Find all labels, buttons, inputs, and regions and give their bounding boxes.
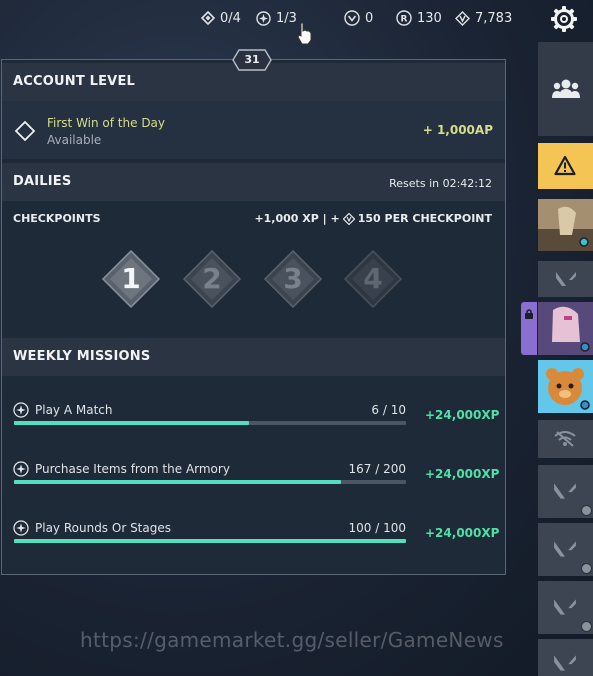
offline-friend-2[interactable] — [538, 420, 593, 458]
valorant-logo-icon — [554, 483, 576, 499]
mission-name: Purchase Items from the Armory — [35, 462, 230, 476]
offline-friend-6[interactable] — [538, 639, 593, 676]
warning-button[interactable] — [538, 143, 593, 189]
kingdom-credits-icon — [344, 10, 360, 26]
friends-group-icon — [552, 79, 580, 98]
checkpoint-number: 1 — [121, 262, 141, 295]
mission-progress-fill — [14, 421, 250, 425]
valorant-logo-icon — [554, 599, 576, 615]
valorant-logo-icon — [554, 655, 576, 671]
agent-portrait-icon — [538, 302, 593, 355]
weekly-mission-2[interactable]: Purchase Items from the Armory 167 / 200… — [2, 461, 505, 520]
daily-checkpoint-4[interactable]: 4 — [343, 249, 403, 309]
account-level-number: 31 — [244, 53, 260, 66]
valorant-logo-icon — [556, 272, 576, 286]
weekly-missions-title: WEEKLY MISSIONS — [13, 349, 151, 364]
kingdom-credits-value: 0 — [365, 10, 374, 26]
first-win-reward: + 1,000AP — [422, 123, 493, 137]
mission-progress-bar — [14, 539, 406, 543]
checkpoint-number: 4 — [363, 262, 383, 295]
first-win-title: First Win of the Day — [47, 116, 166, 130]
account-level-title: ACCOUNT LEVEL — [13, 74, 136, 89]
dailies-title: DAILIES — [13, 174, 72, 189]
mission-progress-fill — [14, 480, 342, 484]
lock-icon — [525, 309, 533, 319]
radianite-counter[interactable]: R 130 — [396, 9, 442, 27]
radianite-value: 130 — [417, 10, 442, 26]
weekly-mission-3[interactable]: Play Rounds Or Stages 100 / 100 +24,000X… — [2, 520, 505, 579]
checkpoint-reward-suffix: 150 PER CHECKPOINT — [357, 212, 492, 225]
friend-avatar-2[interactable] — [538, 302, 593, 355]
weekly-mission-1[interactable]: Play A Match 6 / 10 +24,000XP — [2, 402, 505, 461]
first-win-status: Available — [47, 133, 102, 147]
first-win-diamond-icon — [14, 120, 36, 142]
mouse-pointer-icon — [297, 22, 312, 45]
valorant-points-icon — [455, 10, 470, 26]
party-lock-tab[interactable] — [521, 302, 537, 355]
top-currency-bar: 0/4 1/3 0 R 130 7,783 — [0, 0, 593, 45]
valorant-logo-icon — [554, 541, 576, 557]
svg-text:R: R — [401, 15, 408, 25]
mission-star-icon — [13, 402, 29, 418]
bear-avatar-icon — [538, 360, 593, 413]
mission-star-icon — [13, 461, 29, 477]
daily-checkpoint-3[interactable]: 3 — [263, 249, 323, 309]
checkpoint-star-icon — [256, 10, 271, 26]
valorant-points-value: 7,783 — [475, 10, 513, 26]
mission-diamond-icon — [201, 11, 215, 25]
checkpoint-reward: +1,000 XP | + 150 PER CHECKPOINT — [254, 212, 492, 225]
checkpoint-number: 2 — [202, 262, 222, 295]
no-signal-icon — [554, 431, 576, 447]
checkpoint-counter[interactable]: 1/3 — [256, 9, 297, 27]
agent-portrait-icon — [538, 199, 593, 251]
friends-button[interactable] — [538, 42, 593, 136]
mission-progress: 167 / 200 — [348, 462, 406, 476]
mission-star-icon — [13, 520, 29, 536]
valorant-points-counter[interactable]: 7,783 — [455, 9, 512, 27]
dailies-reset-timer: Resets in 02:42:12 — [389, 177, 492, 190]
kingdom-credits-counter[interactable]: 0 — [344, 9, 373, 27]
offline-friend-5[interactable] — [538, 581, 593, 634]
offline-friend-4[interactable] — [538, 523, 593, 576]
checkpoint-number: 3 — [283, 262, 303, 295]
checkpoints-label: CHECKPOINTS — [13, 212, 101, 225]
offline-status-dot — [581, 505, 592, 516]
radianite-small-icon — [342, 212, 355, 225]
weekly-missions-header: WEEKLY MISSIONS — [2, 338, 505, 376]
offline-friend-3[interactable] — [538, 465, 593, 518]
mission-progress-bar — [14, 421, 406, 425]
mission-progress: 6 / 10 — [371, 403, 406, 417]
mission-reward: +24,000XP — [425, 526, 500, 540]
offline-status-dot — [581, 621, 592, 632]
missions-count: 0/4 — [220, 10, 241, 26]
account-level-badge: 31 — [232, 49, 272, 71]
offline-status-dot — [581, 563, 592, 574]
missions-counter[interactable]: 0/4 — [201, 9, 241, 27]
watermark-text: https://gamemarket.gg/seller/GameNews — [80, 628, 504, 652]
friend-avatar-1[interactable] — [538, 199, 593, 251]
mission-name: Play A Match — [35, 403, 113, 417]
mission-progress-fill — [14, 539, 406, 543]
mission-reward: +24,000XP — [425, 467, 500, 481]
battlepass-missions-panel: ACCOUNT LEVEL First Win of the Day Avail… — [1, 59, 506, 575]
mission-reward: +24,000XP — [425, 408, 500, 422]
daily-checkpoint-2[interactable]: 2 — [182, 249, 242, 309]
offline-friend-1[interactable] — [538, 261, 593, 297]
radianite-icon: R — [396, 10, 412, 26]
settings-gear-icon[interactable] — [549, 4, 579, 34]
mission-progress-bar — [14, 480, 406, 484]
daily-checkpoint-1[interactable]: 1 — [101, 249, 161, 309]
warning-triangle-icon — [554, 155, 576, 176]
mission-name: Play Rounds Or Stages — [35, 521, 171, 535]
friend-avatar-3[interactable] — [538, 360, 593, 413]
checkpoint-count: 1/3 — [276, 10, 297, 26]
mission-progress: 100 / 100 — [348, 521, 406, 535]
checkpoint-reward-prefix: +1,000 XP | + — [254, 212, 340, 225]
